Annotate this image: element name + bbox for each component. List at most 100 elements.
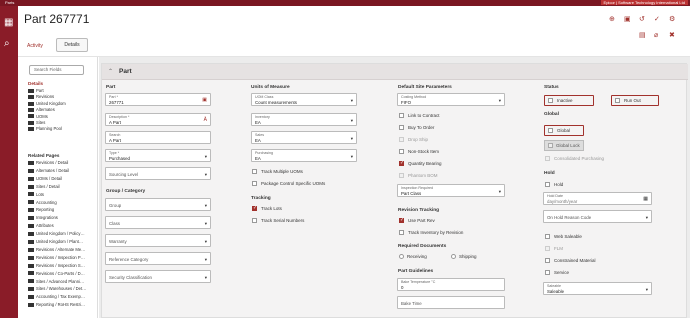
flm-checkbox[interactable]: FLM [545,246,563,252]
related-page-link[interactable]: Lots [28,192,44,197]
link-to-contract-checkbox[interactable]: Link to Contract [399,113,440,119]
sidebar-item[interactable]: Part [28,88,44,93]
checkbox-box[interactable] [548,98,553,104]
checkbox-box[interactable] [252,181,257,187]
constrained-material-checkbox[interactable]: Constrained Material [545,258,596,264]
non-stock-item-checkbox[interactable]: Non-Stock Item [399,149,439,155]
related-page-link[interactable]: Integrations [28,215,58,220]
plus-circle-icon[interactable]: ⊕ [609,16,615,24]
delete-icon[interactable]: ✖ [669,32,675,40]
related-page-link[interactable]: Sites / Detail [28,184,60,189]
lookup-icon[interactable]: ▣ [202,97,207,103]
collapse-chevron-icon[interactable]: ⌃ [108,68,113,75]
checkbox-box[interactable] [545,182,550,188]
bake-temperature-field[interactable]: Bake Temperature °C 0 [397,278,505,291]
checkbox-box[interactable] [545,246,550,252]
purchasing-uom-select[interactable]: Purchasing EA ▾ [251,149,357,162]
service-checkbox[interactable]: Service [545,270,569,276]
sidebar-item[interactable]: United Kingdom [28,101,66,106]
related-page-link[interactable]: Revisions / Detail [28,160,68,165]
checkbox-box[interactable] [252,218,257,224]
sourcing-level-select[interactable]: Sourcing Level ▾ [105,167,211,180]
use-part-rev-checkbox[interactable]: Use Part Rev [399,217,435,224]
related-page-link[interactable]: Accounting [28,200,57,205]
related-page-link[interactable]: Revisions / Co-Parts / D… [28,271,85,276]
related-page-link[interactable]: Alternates / Detail [28,168,69,173]
file-icon[interactable]: ▤ [639,32,646,40]
sidebar-item[interactable]: Revisions [28,94,54,99]
checkbox-box[interactable] [399,113,404,119]
related-page-link[interactable]: UOMs / Detail [28,176,62,181]
inspection-required-select[interactable]: Inspection Required Part Class ▾ [397,184,505,197]
undo-icon[interactable]: ↺ [639,16,645,24]
uom-class-select[interactable]: UOM Class Count measurements ▾ [251,93,357,106]
related-page-link[interactable]: Accounting / Tax Exemp… [28,294,85,299]
related-page-link[interactable]: Revisions / Inspection S… [28,263,85,268]
checkbox-box[interactable] [399,125,404,131]
checkbox-box[interactable] [252,205,257,212]
checkbox-box[interactable] [615,98,620,104]
related-page-link[interactable]: Attributes [28,223,54,228]
sidebar-item[interactable]: Alternates [28,107,55,112]
breadcrumb[interactable]: Parts [5,0,14,5]
checkbox-box[interactable] [252,169,257,175]
package-control-checkbox[interactable]: Package Control Specific UOMs [252,181,325,187]
part-section-header[interactable]: ⌃ Part [102,64,688,80]
costing-method-select[interactable]: Costing Method FIFO ▾ [397,93,505,106]
checkbox-box[interactable] [399,230,404,236]
reference-category-select[interactable]: Reference Category ▾ [105,252,211,265]
related-page-link[interactable]: Sites / Warehouses / Det… [28,286,86,291]
group-select[interactable]: Group ▾ [105,198,211,211]
buy-to-order-checkbox[interactable]: Buy To Order [399,125,434,131]
save-icon[interactable]: ▣ [624,16,631,24]
global-checkbox[interactable]: Global [544,125,584,136]
security-classification-select[interactable]: Security Classification ▾ [105,270,211,283]
search-word-field[interactable]: Search A Part [105,131,211,144]
saleable-select[interactable]: Saleable Saleable ▾ [543,282,652,295]
search-fields-input[interactable]: Search Fields [29,65,84,75]
checkbox-box[interactable] [399,137,404,143]
checkbox-box[interactable] [545,234,550,240]
sales-uom-select[interactable]: Sales EA ▾ [251,131,357,144]
checkbox-box[interactable] [545,156,550,162]
translate-icon[interactable]: Ā [204,117,207,123]
sidebar-item[interactable]: UOMs [28,114,48,119]
related-page-link[interactable]: Sites / Advanced Planni… [28,279,84,284]
phantom-bom-checkbox[interactable]: Phantom BOM [399,173,438,179]
checkbox-box[interactable] [548,128,553,134]
tab-activity[interactable]: Activity [27,43,43,49]
hold-checkbox[interactable]: Hold [545,182,563,188]
search-icon[interactable]: ⌕ [4,39,10,49]
run-out-checkbox[interactable]: Run Out [611,95,659,106]
consolidated-purchasing-checkbox[interactable]: Consolidated Purchasing [545,156,604,162]
shipping-radio[interactable]: Shipping [451,254,477,260]
type-select[interactable]: Type * Purchased ▾ [105,149,211,162]
on-hold-reason-select[interactable]: On Hold Reason Code ▾ [543,210,652,223]
track-lots-checkbox[interactable]: Track Lots [252,205,282,212]
track-inventory-by-revision-checkbox[interactable]: Track Inventory by Revision [399,230,463,236]
related-page-link[interactable]: Reporting [28,207,54,212]
class-select[interactable]: Class ▾ [105,216,211,229]
sidebar-item[interactable]: Planning Pool [28,126,62,131]
hold-date-field[interactable]: Hold Date day/month/year ▦ [543,192,652,205]
receiving-radio[interactable]: Receiving [399,254,427,260]
warranty-select[interactable]: Warranty ▾ [105,234,211,247]
bake-time-field[interactable]: Bake Time [397,296,505,309]
checkbox-box[interactable] [399,160,404,167]
sidebar-item[interactable]: Sites [28,120,45,125]
inactive-checkbox[interactable]: Inactive [544,95,594,106]
web-saleable-checkbox[interactable]: Web Saleable [545,234,582,240]
radio-circle[interactable] [399,254,404,260]
sidebar-details-heading[interactable]: Details [28,81,43,86]
checkbox-box[interactable] [399,173,404,179]
related-page-link[interactable]: Reporting / RoHS Restri… [28,302,85,307]
part-number-field[interactable]: Part * 267771 ▣ [105,93,211,106]
checkbox-box[interactable] [399,149,404,155]
tab-details[interactable]: Details [56,38,88,52]
checkbox-box[interactable] [548,143,553,149]
radio-circle[interactable] [451,254,456,260]
quantity-bearing-checkbox[interactable]: Quantity Bearing [399,160,442,167]
settings-icon[interactable]: ⚙ [669,16,675,24]
grid-icon[interactable]: ▦ [4,18,13,28]
related-page-link[interactable]: Revisions / Alternate Me… [28,247,85,252]
